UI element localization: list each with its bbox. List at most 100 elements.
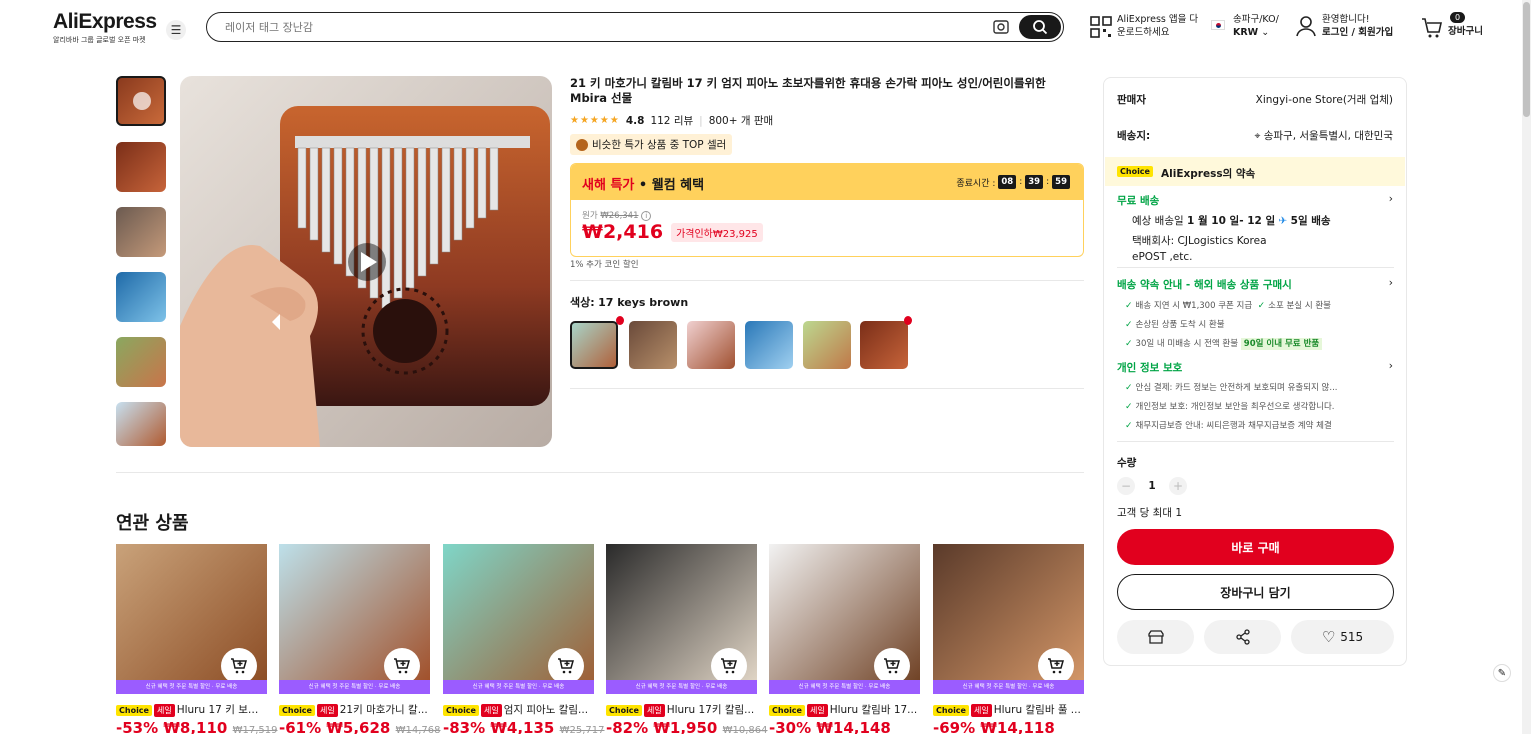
seller-name[interactable]: Xingyi-one Store(거래 업체) <box>1256 92 1393 107</box>
location-pin-icon: ⌖ <box>1254 130 1261 142</box>
chevron-right-icon: › <box>1388 360 1393 372</box>
color-swatch[interactable] <box>745 321 793 369</box>
new-user-banner: 신규 혜택 첫 주문 특별 할인 · 무료 배송 <box>769 680 920 694</box>
main-product-image[interactable] <box>180 76 552 447</box>
product-card-price: -82% ₩1,950 ₩10,864 <box>606 719 768 734</box>
free-shipping-section[interactable]: 무료 배송 › 예상 배송일 1 월 10 일- 12 일 ✈ 5일 배송 택배… <box>1117 193 1393 265</box>
product-card-price: -83% ₩4,135 ₩25,717 <box>443 719 605 734</box>
qty-value[interactable]: 1 <box>1145 480 1159 492</box>
ship-to-row[interactable]: 배송지: ⌖ 송파구, 서울특별시, 대한민국 <box>1117 128 1393 143</box>
thumbnail-image[interactable] <box>116 337 166 387</box>
color-swatch[interactable] <box>629 321 677 369</box>
login-link[interactable]: 로그인 / 회원가입 <box>1322 26 1393 39</box>
locale-selector[interactable]: 송파구/KO/ KRW ⌄ <box>1211 13 1279 39</box>
buy-now-button[interactable]: 바로 구매 <box>1117 529 1394 565</box>
thumbnail-video[interactable] <box>116 76 166 126</box>
product-card-price: -53% ₩8,110 ₩17,519 <box>116 719 278 734</box>
medal-icon <box>576 138 588 151</box>
color-swatch[interactable] <box>803 321 851 369</box>
menu-icon[interactable]: ☰ <box>166 20 186 40</box>
seller-row[interactable]: 판매자 Xingyi-one Store(거래 업체) <box>1117 92 1393 107</box>
divider <box>570 388 1084 389</box>
app-download[interactable]: AliExpress 앱을 다 운로드하세요 <box>1090 13 1199 39</box>
add-to-cart-icon[interactable] <box>711 648 747 684</box>
add-to-cart-icon[interactable] <box>384 648 420 684</box>
kalimba-photo <box>180 76 552 447</box>
logo-tagline: 알리바바 그룹 글로벌 오픈 마켓 <box>53 36 146 44</box>
store-button[interactable] <box>1117 620 1194 654</box>
share-button[interactable] <box>1204 620 1281 654</box>
qty-plus-button[interactable]: + <box>1169 477 1187 495</box>
coin-discount: 1% 추가 코인 할인 <box>570 260 639 270</box>
add-to-cart-icon[interactable] <box>221 648 257 684</box>
edit-icon[interactable]: ✎ <box>1493 664 1511 682</box>
header: AliExpress 알리바바 그룹 글로벌 오픈 마켓 ☰ AliExpres… <box>0 0 1534 56</box>
delivery-guarantee-section[interactable]: 배송 약속 안내 - 해외 배송 상품 구매시 › ✓ 배송 지연 시 ₩1,30… <box>1117 277 1393 354</box>
chevron-down-icon: ⌄ <box>1261 27 1270 38</box>
heart-icon: ♡ <box>1321 628 1336 646</box>
airplane-icon: ✈ <box>1278 215 1288 227</box>
product-card-name[interactable]: Choice 세일 엄지 피아노 칼림... <box>443 702 594 717</box>
color-swatch[interactable] <box>687 321 735 369</box>
info-icon[interactable]: i <box>641 211 652 221</box>
product-card[interactable]: 신규 혜택 첫 주문 특별 할인 · 무료 배송 Choice 세일 엄지 피아노 칼… <box>443 544 605 734</box>
search-input[interactable] <box>225 18 925 36</box>
quantity-stepper: − 1 + <box>1117 477 1187 495</box>
add-to-cart-icon[interactable] <box>1038 648 1074 684</box>
add-to-cart-icon[interactable] <box>548 648 584 684</box>
thumbnail-image[interactable] <box>116 207 166 257</box>
new-user-banner: 신규 혜택 첫 주문 특별 할인 · 무료 배송 <box>279 680 430 694</box>
thumbnail-image[interactable] <box>116 142 166 192</box>
cart-icon <box>1422 18 1442 38</box>
share-icon <box>1235 629 1250 645</box>
product-card[interactable]: 신규 혜택 첫 주문 특별 할인 · 무료 배송 Choice 세일 Hluru 칼림… <box>769 544 920 734</box>
add-to-cart-icon[interactable] <box>874 648 910 684</box>
product-title: 21 키 마호가니 칼림바 17 키 엄지 피아노 초보자를위한 휴대용 손가락… <box>570 76 1046 105</box>
product-card-name[interactable]: Choice 세일 21키 마호가니 칼... <box>279 702 430 717</box>
account-menu[interactable]: 환영합니다! 로그인 / 회원가입 <box>1296 13 1393 39</box>
max-per-customer: 고객 당 최대 1 <box>1117 507 1182 519</box>
reviews-link[interactable]: 112 리뷰 <box>650 113 693 128</box>
qty-minus-button[interactable]: − <box>1117 477 1135 495</box>
new-user-banner: 신규 혜택 첫 주문 특별 할인 · 무료 배송 <box>116 680 267 694</box>
privacy-section[interactable]: 개인 정보 보호 › ✓ 안심 결제: 카드 정보는 안전하게 보호되며 유출되지… <box>1117 360 1393 436</box>
color-swatch[interactable] <box>570 321 618 369</box>
new-user-banner: 신규 혜택 첫 주문 특별 할인 · 무료 배송 <box>933 680 1084 694</box>
product-card-name[interactable]: Choice 세일 Hluru 칼림바 풀 ... <box>933 702 1084 717</box>
qr-code-icon <box>1090 16 1112 38</box>
product-card-price: -69% ₩14,118 <box>933 719 1055 734</box>
product-card[interactable]: 신규 혜택 첫 주문 특별 할인 · 무료 배송 Choice 세일 21키 마호가니… <box>279 544 441 734</box>
product-info: 21 키 마호가니 칼림바 17 키 엄지 피아노 초보자를위한 휴대용 손가락… <box>570 76 1084 389</box>
app-download-text: AliExpress 앱을 다 운로드하세요 <box>1117 14 1199 38</box>
korea-flag-icon <box>1211 20 1225 30</box>
thumbnail-image[interactable] <box>116 402 166 446</box>
search-button[interactable] <box>1019 15 1061 39</box>
wishlist-button[interactable]: ♡ 515 <box>1291 620 1394 654</box>
hot-icon <box>904 316 912 325</box>
countdown-timer: 종료시간 : 08: 39: 59 <box>956 175 1070 189</box>
purchase-panel: 판매자 Xingyi-one Store(거래 업체) 배송지: ⌖ 송파구, … <box>1103 77 1407 666</box>
store-icon <box>1147 630 1164 644</box>
aliexpress-logo[interactable]: AliExpress 알리바바 그룹 글로벌 오픈 마켓 <box>53 10 157 45</box>
new-user-banner: 신규 혜택 첫 주문 특별 할인 · 무료 배송 <box>443 680 594 694</box>
product-card-name[interactable]: Choice 세일 Hluru 칼림바 17... <box>769 702 920 717</box>
color-swatch[interactable] <box>860 321 908 369</box>
product-card-price: -30% ₩14,148 <box>769 719 891 734</box>
hot-icon <box>616 316 624 325</box>
free-return-badge: 90일 이내 무료 반품 <box>1240 338 1323 350</box>
cart-count-badge: 0 <box>1450 12 1466 23</box>
thumbnail-image[interactable] <box>116 272 166 322</box>
page-scrollbar[interactable] <box>1522 0 1531 734</box>
sale-price: ₩2,416 <box>582 221 664 243</box>
product-card-name[interactable]: Choice 세일 Hluru 17키 칼림... <box>606 702 757 717</box>
product-card[interactable]: 신규 혜택 첫 주문 특별 할인 · 무료 배송 Choice 세일 Hluru 17… <box>116 544 278 734</box>
product-card-name[interactable]: Choice 세일 Hluru 17 키 보드... <box>116 702 267 717</box>
image-search-icon[interactable] <box>991 18 1011 36</box>
add-to-cart-button[interactable]: 장바구니 담기 <box>1117 574 1394 610</box>
discount-tag: 가격인하₩23,925 <box>671 222 763 242</box>
cart-button[interactable]: 0 장바구니 <box>1421 12 1483 38</box>
product-card[interactable]: 신규 혜택 첫 주문 특별 할인 · 무료 배송 Choice 세일 Hluru 칼림… <box>933 544 1084 734</box>
related-products-title: 연관 상품 <box>116 513 189 534</box>
selected-color: 17 keys brown <box>598 296 689 309</box>
product-card[interactable]: 신규 혜택 첫 주문 특별 할인 · 무료 배송 Choice 세일 Hluru 17… <box>606 544 768 734</box>
